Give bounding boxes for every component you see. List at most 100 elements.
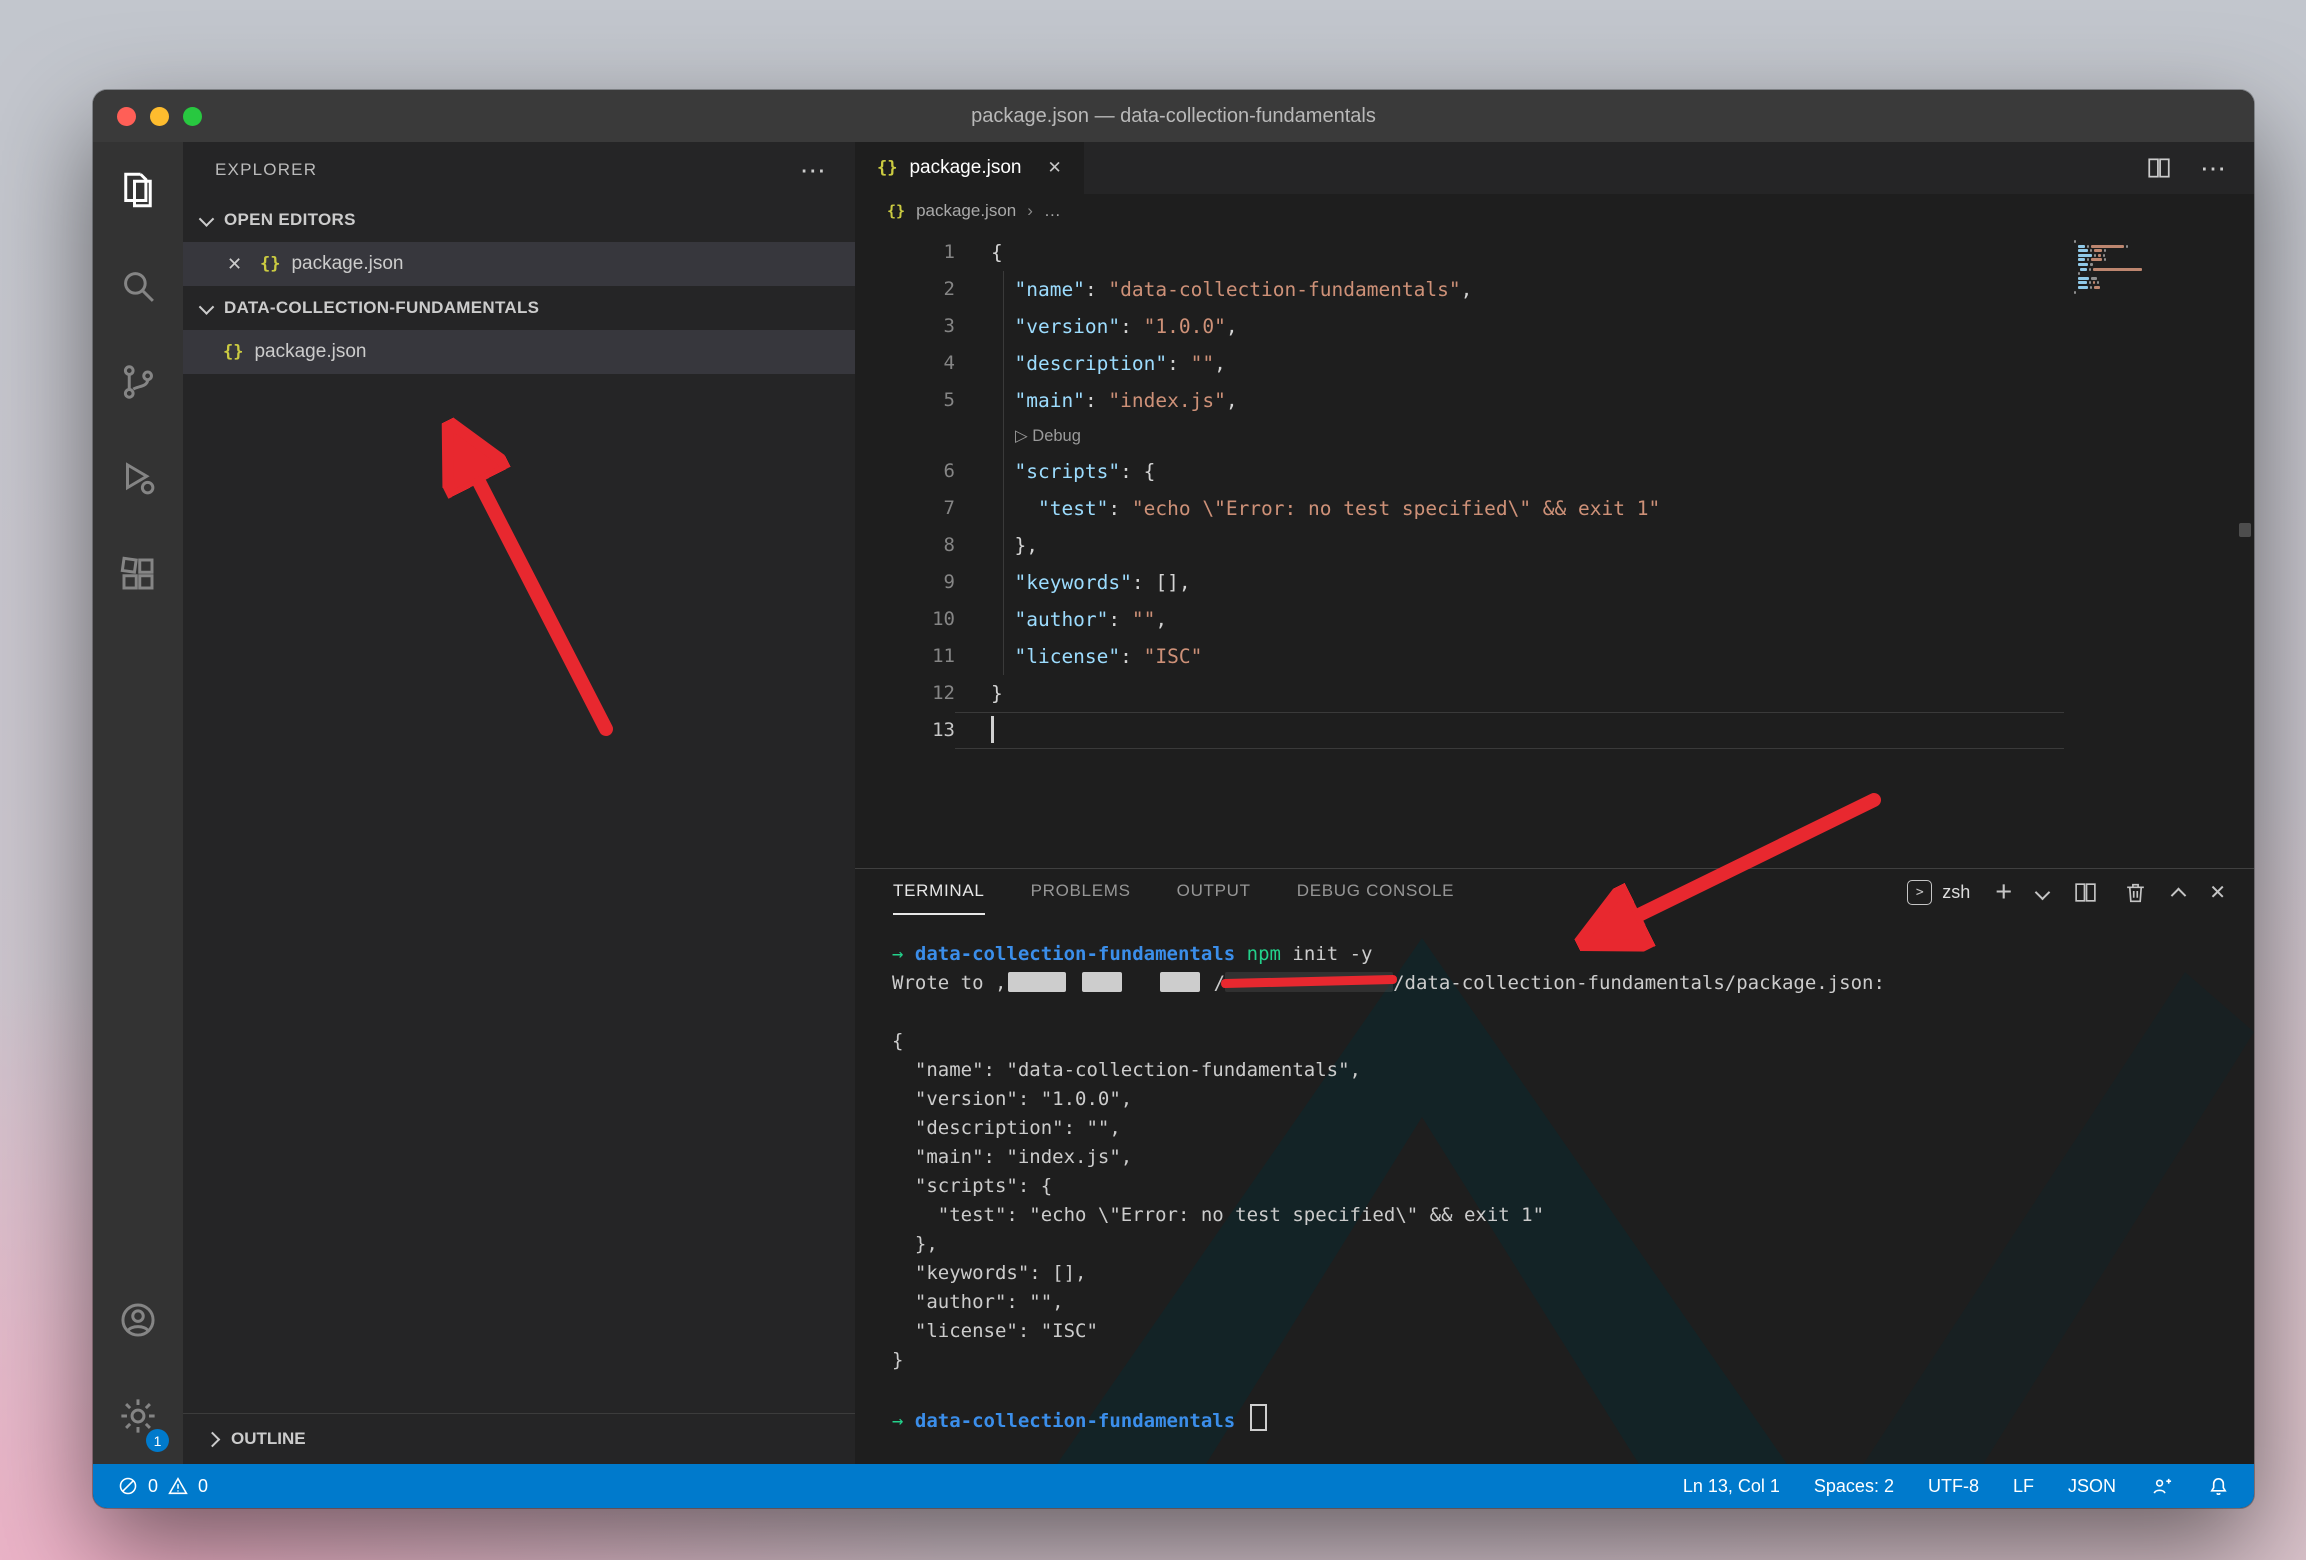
close-tab-icon[interactable]: ✕ [1047,158,1061,178]
code-editor[interactable]: 1{2 "name": "data-collection-fundamental… [855,228,2254,868]
more-actions-icon[interactable]: ⋯ [800,165,827,175]
terminal-line: "test": "echo \"Error: no test specified… [892,1201,2254,1230]
minimap[interactable] [2074,240,2232,300]
folder-section-header[interactable]: DATA-COLLECTION-FUNDAMENTALS [183,286,855,330]
panel-tab-output[interactable]: OUTPUT [1177,869,1251,915]
redaction-strike [1225,972,1393,992]
json-icon: {} [260,254,280,274]
minimize-window-button[interactable] [150,107,169,126]
chevron-right-icon [205,1431,221,1447]
open-editors-label: OPEN EDITORS [224,210,356,230]
breadcrumb-symbol[interactable]: … [1044,201,1061,221]
terminal-line: "scripts": { [892,1172,2254,1201]
window-title: package.json — data-collection-fundament… [93,105,2254,128]
breadcrumb-file[interactable]: package.json [916,201,1016,221]
tab-bar: {} package.json ✕ ⋯ [855,142,2254,194]
editor-column: {} package.json ✕ ⋯ {} pac [855,142,2254,1464]
code-line: 6 "scripts": { [855,453,2254,490]
terminal-profile-selector[interactable]: > zsh [1907,880,1970,905]
terminal-icon: > [1907,880,1932,905]
tree-item-package-json[interactable]: {} package.json [183,330,855,374]
activity-settings[interactable]: 1 [93,1368,183,1464]
split-terminal-icon[interactable] [2073,880,2098,905]
activity-search[interactable] [93,238,183,334]
kill-terminal-icon[interactable] [2123,880,2148,905]
panel-header: TERMINAL PROBLEMS OUTPUT DEBUG CONSOLE > zs… [855,869,2254,915]
activity-accounts[interactable] [93,1272,183,1368]
terminal-line [892,1375,2254,1404]
outline-label: OUTLINE [231,1429,306,1449]
explorer-sidebar: EXPLORER ⋯ OPEN EDITORS ✕ {} package.jso… [183,142,855,1464]
problems-indicator[interactable]: 0 0 [117,1475,208,1497]
terminal-line [892,998,2254,1027]
panel-tab-terminal[interactable]: TERMINAL [893,869,985,915]
status-item-lf[interactable]: LF [2013,1476,2034,1497]
status-item-json[interactable]: JSON [2068,1476,2116,1497]
terminal-line: "main": "index.js", [892,1143,2254,1172]
new-terminal-icon[interactable]: + [1995,882,2012,902]
editor-more-actions-icon[interactable]: ⋯ [2200,163,2226,173]
activity-run-debug[interactable] [93,430,183,526]
scrollbar-thumb[interactable] [2239,523,2251,537]
activity-extensions[interactable] [93,526,183,622]
code-line: 8 }, [855,527,2254,564]
panel-tab-problems[interactable]: PROBLEMS [1031,869,1131,915]
redaction-box [1082,972,1122,992]
traffic-lights [117,107,202,126]
code-line: 1{ [855,234,2254,271]
close-icon[interactable]: ✕ [227,254,249,275]
terminal-line: "author": "", [892,1288,2254,1317]
launch-profile-chevron-icon[interactable] [2035,884,2051,900]
search-icon [117,265,159,307]
terminal-line: "license": "ISC" [892,1317,2254,1346]
activity-source-control[interactable] [93,334,183,430]
tab-label: package.json [909,157,1021,179]
outline-section-header[interactable]: OUTLINE [183,1413,855,1464]
terminal-line: "version": "1.0.0", [892,1085,2254,1114]
code-line: 4 "description": "", [855,345,2254,382]
shell-label: zsh [1942,882,1970,903]
code-line: 5 "main": "index.js", [855,382,2254,419]
code-line: 2 "name": "data-collection-fundamentals"… [855,271,2254,308]
maximize-panel-icon[interactable] [2171,887,2187,903]
sidebar-title: EXPLORER [215,160,317,180]
files-icon [117,169,159,211]
activity-explorer[interactable] [93,142,183,238]
terminal-line: }, [892,1230,2254,1259]
bell-icon[interactable] [2207,1475,2230,1498]
terminal-line: "keywords": [], [892,1259,2254,1288]
run-debug-icon [117,457,159,499]
redaction-box [1008,972,1066,992]
tab-package-json[interactable]: {} package.json ✕ [855,142,1084,194]
status-right-items: Ln 13, Col 1 Spaces: 2 UTF-8 LF JSON [1683,1476,2116,1497]
close-window-button[interactable] [117,107,136,126]
codelens[interactable]: ▷ Debug [855,419,2254,453]
code-line: 3 "version": "1.0.0", [855,308,2254,345]
code-line: 11 "license": "ISC" [855,638,2254,675]
code-lines: 1{2 "name": "data-collection-fundamental… [855,234,2254,749]
open-editors-header[interactable]: OPEN EDITORS [183,198,855,242]
titlebar[interactable]: package.json — data-collection-fundament… [93,90,2254,142]
terminal-lines: → data-collection-fundamentals npm init … [892,940,2254,1433]
code-line: 9 "keywords": [], [855,564,2254,601]
status-item-ln-13-col-1[interactable]: Ln 13, Col 1 [1683,1476,1780,1497]
terminal-line: { [892,1027,2254,1056]
chevron-down-icon [199,299,215,315]
panel-tab-debug-console[interactable]: DEBUG CONSOLE [1297,869,1454,915]
close-panel-icon[interactable]: ✕ [2209,880,2226,905]
status-item-spaces-2[interactable]: Spaces: 2 [1814,1476,1894,1497]
terminal-line: Wrote to , //data-collection-fundamental… [892,969,2254,998]
feedback-icon[interactable] [2150,1475,2173,1498]
breadcrumb[interactable]: {} package.json › … [855,194,2254,228]
open-editor-item[interactable]: ✕ {} package.json [183,242,855,286]
terminal-line: "description": "", [892,1114,2254,1143]
split-editor-icon[interactable] [2146,155,2172,181]
desktop: package.json — data-collection-fundament… [0,0,2306,1560]
error-count: 0 [148,1476,158,1497]
terminal[interactable]: → data-collection-fundamentals npm init … [855,915,2254,1465]
chevron-down-icon [199,211,215,227]
status-item-utf-8[interactable]: UTF-8 [1928,1476,1979,1497]
editor-cursor [991,716,994,743]
zoom-window-button[interactable] [183,107,202,126]
warning-icon [167,1475,189,1497]
